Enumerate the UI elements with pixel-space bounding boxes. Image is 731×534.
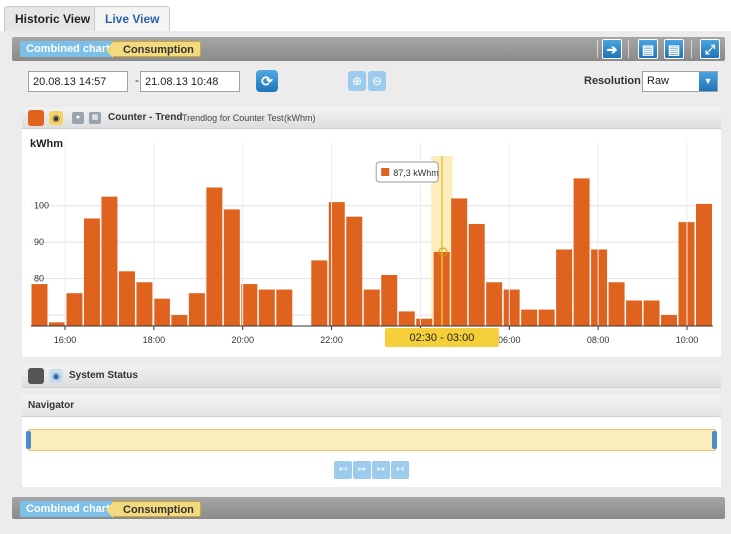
- breadcrumb-consumption[interactable]: Consumption: [106, 41, 201, 58]
- chart-bar[interactable]: [363, 289, 380, 326]
- x-tick-label: 08:00: [587, 335, 610, 345]
- chart-bar[interactable]: [521, 309, 538, 326]
- zoom-in-icon[interactable]: ⊕: [348, 71, 366, 91]
- chart-bar[interactable]: [171, 315, 188, 326]
- info-icon[interactable]: ▦: [89, 112, 101, 124]
- chart-bar[interactable]: [451, 198, 468, 326]
- chart-bar[interactable]: [311, 260, 328, 326]
- chart-bar[interactable]: [486, 282, 503, 326]
- status-color-swatch[interactable]: [28, 368, 44, 384]
- chart-bar[interactable]: [696, 203, 712, 326]
- chart-bar[interactable]: [48, 322, 65, 326]
- trend-chart-panel: ◉ ● ▦ Counter - Trend Trendlog for Count…: [22, 107, 721, 357]
- chart-bar[interactable]: [136, 282, 153, 326]
- shrink-right-icon[interactable]: ↤: [391, 461, 409, 479]
- tooltip-value: 87,3 kWhm: [393, 168, 439, 178]
- toolbar-divider: [628, 40, 629, 58]
- chevron-down-icon[interactable]: ▼: [699, 72, 717, 91]
- chart-bar[interactable]: [468, 223, 485, 326]
- chart-bar[interactable]: [83, 218, 100, 326]
- chart-bar[interactable]: [381, 274, 398, 326]
- tab-historic-view[interactable]: Historic View: [4, 6, 102, 31]
- toolbar: Combined charts Consumption ➔ ▤ ▤ ⤢: [12, 37, 725, 61]
- series-color-swatch[interactable]: [28, 110, 44, 126]
- status-panel-header: ◉ System Status: [22, 365, 721, 388]
- x-tick-label: 10:00: [676, 335, 699, 345]
- tab-bar: Historic View Live View: [0, 0, 731, 31]
- system-status-panel: ◉ System Status: [22, 365, 721, 388]
- x-tick-label: 06:00: [498, 335, 521, 345]
- fullscreen-icon[interactable]: ⤢: [700, 39, 720, 59]
- bottom-toolbar: Combined charts Consumption: [12, 497, 725, 519]
- trend-title: Counter - Trend: [108, 112, 183, 123]
- chart-bar[interactable]: [538, 309, 555, 326]
- navigator-title: Navigator: [28, 400, 75, 411]
- expand-right-icon[interactable]: ↦: [372, 461, 390, 479]
- chart-bar[interactable]: [573, 178, 590, 326]
- date-to-input[interactable]: [140, 71, 240, 92]
- navigator-handle-right[interactable]: [712, 431, 717, 449]
- x-tick-label: 20:00: [231, 335, 254, 345]
- chart-bar[interactable]: [258, 289, 275, 326]
- chart-bar[interactable]: [416, 318, 433, 326]
- export-csv-icon[interactable]: ▤: [638, 39, 658, 59]
- trend-chart[interactable]: 70809010016:0018:0020:0022:0021. Aug06:0…: [22, 129, 721, 357]
- refresh-icon[interactable]: ⟳: [256, 70, 278, 92]
- x-tick-label: 18:00: [143, 335, 166, 345]
- resolution-label: Resolution: [584, 75, 641, 87]
- eye-icon[interactable]: ◉: [49, 111, 63, 125]
- export-pdf-icon[interactable]: ▤: [664, 39, 684, 59]
- time-cursor-label: 02:30 - 03:00: [410, 332, 475, 344]
- chart-bar[interactable]: [626, 300, 643, 326]
- chart-bar[interactable]: [398, 311, 415, 326]
- y-tick-label: 90: [34, 237, 44, 247]
- resolution-value: Raw: [647, 75, 670, 87]
- x-tick-label: 16:00: [54, 335, 77, 345]
- chart-bar[interactable]: [223, 209, 240, 326]
- chart-bar[interactable]: [241, 284, 258, 326]
- status-title: System Status: [69, 370, 138, 381]
- chart-bar[interactable]: [556, 249, 573, 326]
- x-tick-label: 22:00: [320, 335, 343, 345]
- chart-bar[interactable]: [206, 187, 223, 326]
- zoom-out-icon[interactable]: ⊖: [368, 71, 386, 91]
- tooltip-swatch: [381, 168, 390, 176]
- toolbar-divider: [597, 40, 598, 58]
- date-controls: - ⟳ ⊕ ⊖ Resolution Raw ▼: [12, 63, 725, 103]
- trend-panel-header: ◉ ● ▦ Counter - Trend Trendlog for Count…: [22, 107, 721, 129]
- navigator-buttons: ↤ ↦ ↦ ↤: [334, 461, 410, 479]
- trend-subtitle: Trendlog for Counter Test: [182, 113, 284, 123]
- chart-bar[interactable]: [66, 293, 83, 326]
- settings-icon[interactable]: ●: [72, 112, 84, 124]
- chart-bar[interactable]: [643, 300, 660, 326]
- chart-bar[interactable]: [153, 298, 170, 326]
- chart-bar[interactable]: [346, 216, 363, 326]
- shrink-left-icon[interactable]: ↤: [334, 461, 352, 479]
- chart-bar[interactable]: [591, 249, 608, 326]
- chart-bar[interactable]: [276, 289, 293, 326]
- navigator-range[interactable]: [28, 429, 716, 451]
- chart-bar[interactable]: [188, 293, 205, 326]
- breadcrumb-consumption[interactable]: Consumption: [106, 501, 201, 518]
- chart-bar[interactable]: [661, 315, 678, 326]
- toolbar-divider: [691, 40, 692, 58]
- y-tick-label: 100: [34, 201, 49, 211]
- chart-bar[interactable]: [503, 289, 520, 326]
- chart-bar[interactable]: [118, 271, 135, 326]
- y-tick-label: 80: [34, 274, 44, 284]
- expand-left-icon[interactable]: ↦: [353, 461, 371, 479]
- chart-bar[interactable]: [101, 196, 118, 326]
- chart-bar[interactable]: [608, 282, 625, 326]
- navigator-handle-left[interactable]: [26, 431, 31, 449]
- date-from-input[interactable]: [28, 71, 128, 92]
- resolution-select[interactable]: Raw ▼: [642, 71, 718, 92]
- tab-live-view[interactable]: Live View: [94, 6, 171, 31]
- trend-unit: (kWhm): [284, 113, 316, 123]
- export-icon[interactable]: ➔: [602, 39, 622, 59]
- navigator-header: Navigator: [22, 395, 721, 417]
- chart-bar[interactable]: [31, 284, 48, 326]
- eye-icon[interactable]: ◉: [49, 369, 63, 383]
